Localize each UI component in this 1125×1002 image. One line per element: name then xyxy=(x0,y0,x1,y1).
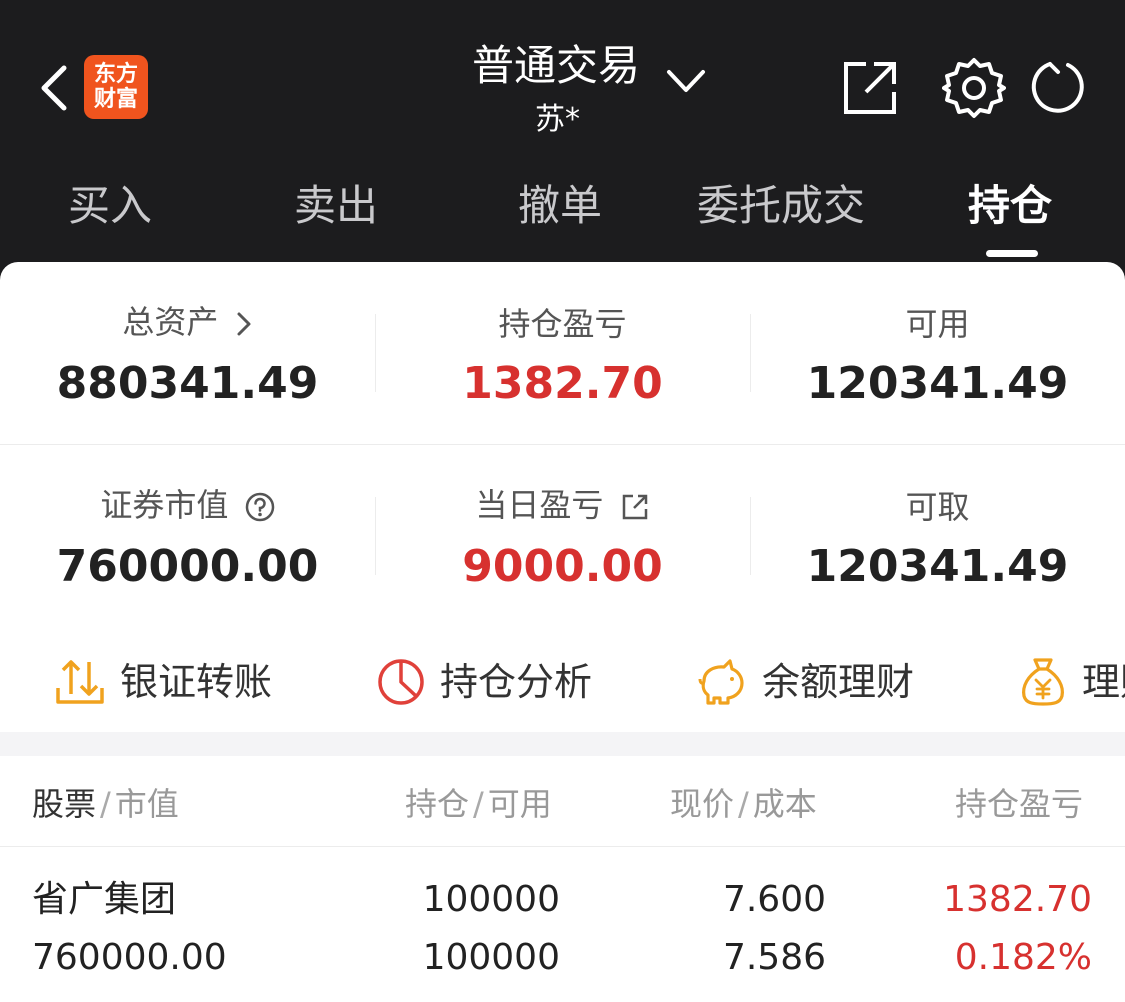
total-assets-label-row: 总资产 xyxy=(0,300,375,344)
withdrawable-funds: 可取 120341.49 xyxy=(750,445,1125,625)
column-header-stock-main: 股票 xyxy=(32,785,97,823)
column-header-price-sub: 成本 xyxy=(752,785,817,823)
shortcut-wealth-label: 理财 xyxy=(1082,660,1125,704)
tab-orders[interactable]: 委托成交 xyxy=(697,178,865,234)
total-assets-value: 880341.49 xyxy=(56,358,319,409)
chevron-down-icon[interactable] xyxy=(664,64,708,98)
shortcut-position-analysis-label: 持仓分析 xyxy=(440,660,593,704)
help-icon[interactable] xyxy=(245,492,275,522)
top-bar: 东方 财富 普通交易 苏* xyxy=(0,0,1125,160)
stock-available: 100000 xyxy=(422,937,560,978)
stock-pnl: 1382.70 xyxy=(943,879,1092,920)
page-title[interactable]: 普通交易 xyxy=(472,38,640,94)
stock-position: 100000 xyxy=(422,879,560,920)
position-pnl-label: 持仓盈亏 xyxy=(498,305,627,343)
daily-pnl-label: 当日盈亏 xyxy=(475,486,604,524)
total-assets[interactable]: 总资产 880341.49 xyxy=(0,262,375,442)
back-icon[interactable] xyxy=(34,60,74,116)
section-gap xyxy=(0,732,1125,756)
daily-pnl-value: 9000.00 xyxy=(462,541,663,592)
shortcut-bank-transfer[interactable]: 银证转账 xyxy=(54,652,272,712)
stock-market-value: 760000.00 xyxy=(32,937,227,978)
shortcut-balance-wealth-label: 余额理财 xyxy=(762,660,915,704)
position-pnl: 持仓盈亏 1382.70 xyxy=(375,262,750,442)
shortcut-position-analysis[interactable]: 持仓分析 xyxy=(376,652,592,712)
securities-value-value: 760000.00 xyxy=(56,541,319,592)
column-header-pnl-main: 持仓盈亏 xyxy=(955,785,1084,823)
column-header-position: 持仓 / 可用 xyxy=(405,785,552,823)
tab-buy[interactable]: 买入 xyxy=(68,178,152,234)
available-value: 120341.49 xyxy=(806,358,1069,409)
app-logo: 东方 财富 xyxy=(84,55,148,119)
piggy-bank-icon xyxy=(698,659,744,705)
external-link-icon[interactable] xyxy=(620,492,650,522)
transfer-icon xyxy=(56,660,104,704)
shortcut-bank-transfer-label: 银证转账 xyxy=(120,660,273,704)
tab-positions[interactable]: 持仓 xyxy=(968,178,1052,234)
daily-pnl-label-row: 当日盈亏 xyxy=(375,483,750,527)
securities-value-label-row: 证券市值 xyxy=(0,483,375,527)
tab-cancel[interactable]: 撤单 xyxy=(518,178,602,234)
withdrawable-value: 120341.49 xyxy=(806,541,1069,592)
available-funds: 可用 120341.49 xyxy=(750,262,1125,442)
pie-chart-icon xyxy=(378,659,424,705)
available-label: 可用 xyxy=(905,305,970,343)
logo-text-bottom: 财富 xyxy=(93,87,138,112)
daily-pnl[interactable]: 当日盈亏 9000.00 xyxy=(375,445,750,625)
stock-name: 省广集团 xyxy=(32,879,177,920)
account-name: 苏* xyxy=(535,102,580,137)
column-header-price: 现价 / 成本 xyxy=(670,785,817,823)
total-assets-label: 总资产 xyxy=(122,303,219,341)
column-header-stock: 股票 / 市值 xyxy=(32,785,179,823)
chevron-right-icon xyxy=(237,312,251,336)
tab-sell[interactable]: 卖出 xyxy=(294,178,378,234)
shortcut-wealth[interactable]: 理财 xyxy=(1018,652,1125,712)
header-divider xyxy=(0,846,1125,847)
securities-value-label: 证券市值 xyxy=(100,486,229,524)
column-header-price-main: 现价 xyxy=(670,785,735,823)
column-header-position-sub: 可用 xyxy=(487,785,552,823)
share-icon[interactable] xyxy=(840,58,900,118)
account-card: 总资产 880341.49 持仓盈亏 1382.70 可用 120341.49 … xyxy=(0,262,1125,1002)
stock-pnl-percent: 0.182% xyxy=(954,937,1092,978)
trade-tabs: 买入 卖出 撤单 委托成交 持仓 xyxy=(0,160,1125,262)
column-header-stock-sub: 市值 xyxy=(114,785,179,823)
money-bag-icon xyxy=(1022,658,1064,706)
column-header-position-main: 持仓 xyxy=(405,785,470,823)
securities-value: 证券市值 760000.00 xyxy=(0,445,375,625)
active-tab-indicator xyxy=(986,250,1038,257)
shortcut-balance-wealth[interactable]: 余额理财 xyxy=(696,652,914,712)
withdrawable-label: 可取 xyxy=(905,488,970,526)
refresh-icon[interactable] xyxy=(1028,58,1086,116)
stock-price: 7.600 xyxy=(722,879,826,920)
column-header-pnl: 持仓盈亏 xyxy=(955,782,1125,826)
gear-icon[interactable] xyxy=(942,56,1006,120)
logo-text-top: 东方 xyxy=(93,62,138,87)
stock-cost: 7.586 xyxy=(722,937,826,978)
position-pnl-value: 1382.70 xyxy=(462,358,663,409)
